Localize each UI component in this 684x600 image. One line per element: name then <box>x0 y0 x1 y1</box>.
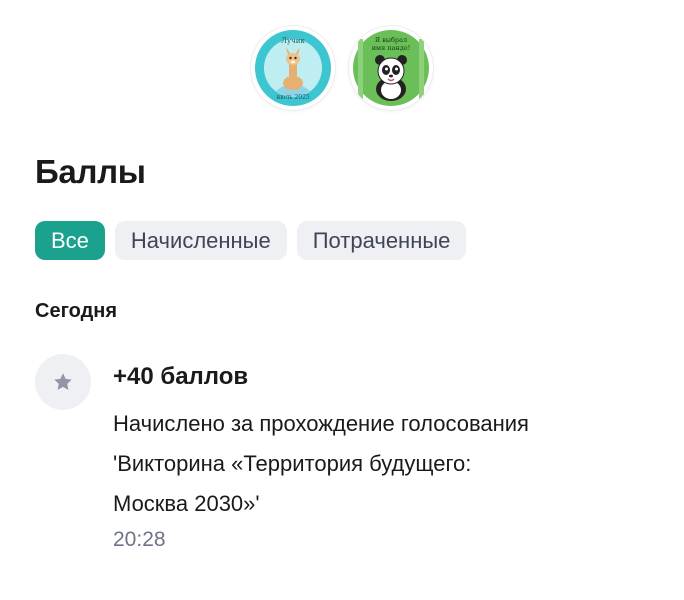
badge-panda-line1: Я выбрал <box>375 36 407 44</box>
badge-luchik-top: Лучик <box>281 37 305 45</box>
llama-icon: Лучик июль 2025 <box>255 30 331 106</box>
transaction-time: 20:28 <box>113 528 166 551</box>
star-icon <box>35 354 91 410</box>
badge-panda-line2: имя панде! <box>372 44 411 52</box>
filter-tabs: Все Начисленные Потраченные <box>35 221 467 260</box>
transaction-description-line: 'Викторина «Территория будущего: <box>113 451 472 476</box>
section-today-title: Сегодня <box>35 300 118 322</box>
transaction-description: Начислено за прохождение голосования 'Ви… <box>113 404 633 524</box>
transaction-description-line: Начислено за прохождение голосования <box>113 411 529 436</box>
filter-accrued[interactable]: Начисленные <box>114 221 287 260</box>
transaction-description-line: Москва 2030»' <box>113 491 260 516</box>
filter-spent[interactable]: Потраченные <box>296 221 467 260</box>
panda-icon: Я выбрал имя панде! <box>353 30 429 106</box>
page-title: Баллы <box>35 153 146 190</box>
badge-luchik-bottom: июль 2025 <box>276 94 310 101</box>
badge-luchik[interactable]: Лучик июль 2025 <box>251 26 335 110</box>
filter-all[interactable]: Все <box>35 221 105 260</box>
badge-panda[interactable]: Я выбрал имя панде! <box>349 26 433 110</box>
transaction-amount: +40 баллов <box>113 363 249 390</box>
achievement-badges: Лучик июль 2025 Я выбрал имя панде! <box>0 26 684 110</box>
